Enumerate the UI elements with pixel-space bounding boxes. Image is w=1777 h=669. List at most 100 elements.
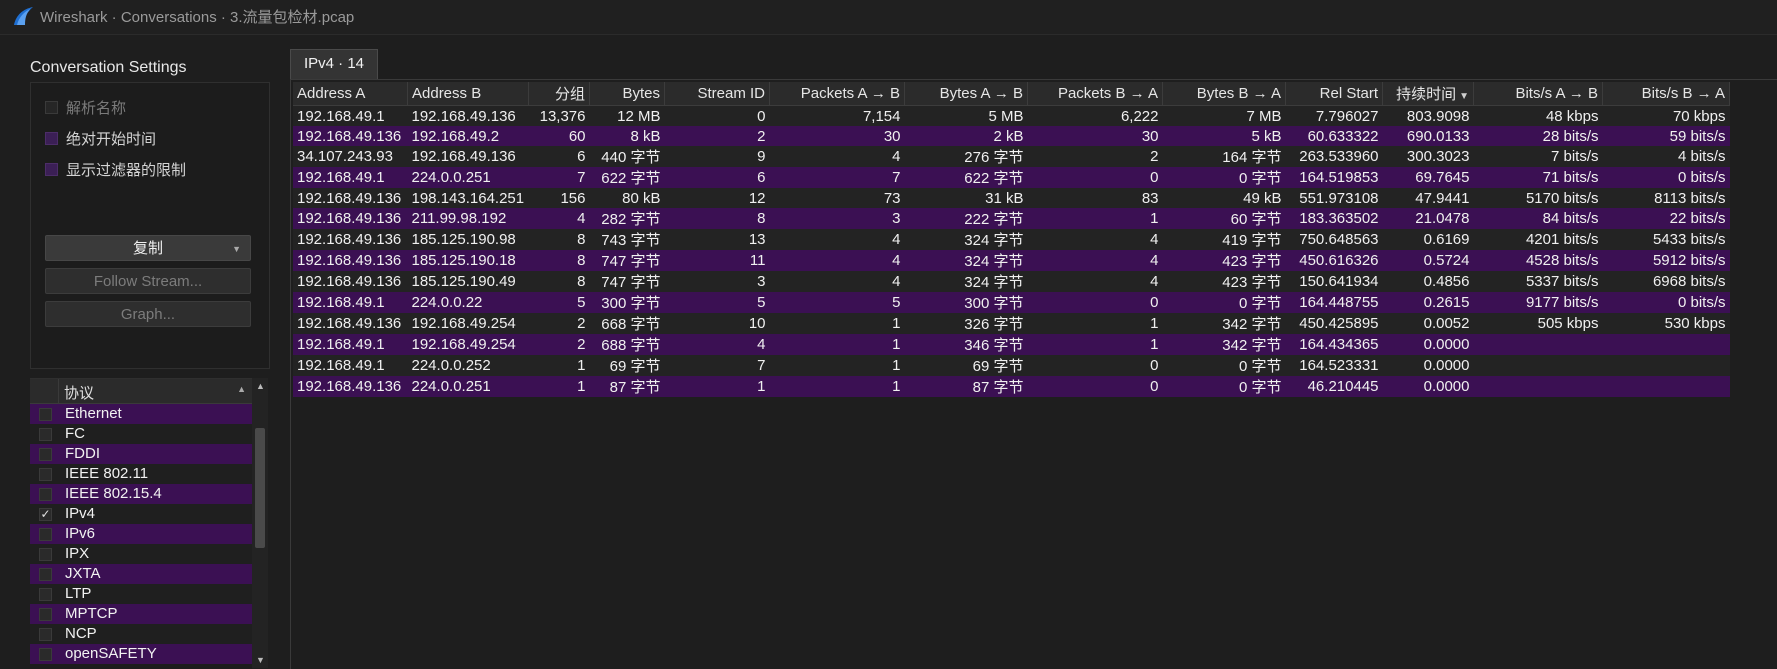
protocol-checkbox[interactable]: ✓ <box>39 508 52 521</box>
cell-rel-start: 551.973108 <box>1285 188 1383 208</box>
protocol-list-header[interactable]: 协议 ▲ <box>30 379 252 404</box>
follow-stream-button[interactable]: Follow Stream... <box>45 268 251 294</box>
table-row[interactable]: 192.168.49.1 192.168.49.254 2 688 字节 4 1 346 字… <box>293 334 1730 355</box>
protocol-item-ipx[interactable]: IPX <box>30 544 252 564</box>
protocol-item-opensafety[interactable]: openSAFETY <box>30 644 252 664</box>
protocol-checkbox[interactable] <box>39 548 52 561</box>
protocol-item-ieee80211[interactable]: IEEE 802.11 <box>30 464 252 484</box>
column-header-bits-a-b[interactable]: Bits/s A → B <box>1473 82 1603 106</box>
cell-address-b: 224.0.0.251 <box>407 376 529 397</box>
cell-address-a: 192.168.49.136 <box>293 229 408 250</box>
protocol-item-ltp[interactable]: LTP <box>30 584 252 604</box>
protocol-checkbox[interactable] <box>39 468 52 481</box>
duration-header-label: 持续时间 <box>1396 86 1457 103</box>
table-row[interactable]: 192.168.49.1 224.0.0.22 5 300 字节 5 5 300 字节 0 0 … <box>293 292 1730 313</box>
protocol-checkbox[interactable] <box>39 628 52 641</box>
column-header-bytes-b-a[interactable]: Bytes B → A <box>1162 82 1286 106</box>
table-row[interactable]: 192.168.49.136 185.125.190.18 8 747 字节 11 4 32… <box>293 250 1730 271</box>
table-row[interactable]: 192.168.49.136 211.99.98.192 4 282 字节 8 3 222 … <box>293 208 1730 229</box>
cell-packets: 8 <box>528 250 590 271</box>
settings-panel: 解析名称 绝对开始时间 显示过滤器的限制 复制 ▼ Follow Stream.… <box>30 82 270 369</box>
protocol-checkbox[interactable] <box>39 568 52 581</box>
table-row[interactable]: 192.168.49.136 185.125.190.98 8 743 字节 13 4 32… <box>293 229 1730 250</box>
scrollbar-thumb[interactable] <box>255 428 265 548</box>
table-row[interactable]: 192.168.49.136 198.143.164.251 156 80 kB 12 7… <box>293 188 1730 208</box>
column-header-address-a[interactable]: Address A <box>293 82 408 106</box>
cell-bytes-b-a: 0 字节 <box>1162 292 1286 313</box>
protocol-item-fc[interactable]: FC <box>30 424 252 444</box>
name-resolution-label: 解析名称 <box>66 100 127 117</box>
column-header-address-b[interactable]: Address B <box>407 82 529 106</box>
column-header-packets-b-a[interactable]: Packets B → A <box>1027 82 1163 106</box>
protocol-list-scrollbar[interactable]: ▲ ▼ <box>252 378 268 668</box>
column-header-bits-b-a[interactable]: Bits/s B → A <box>1602 82 1730 106</box>
protocol-item-ieee802154[interactable]: IEEE 802.15.4 <box>30 484 252 504</box>
absolute-start-checkbox[interactable] <box>45 132 58 145</box>
protocol-item-mptcp[interactable]: MPTCP <box>30 604 252 624</box>
cell-bits-b-a: 59 bits/s <box>1602 126 1730 146</box>
cell-bytes: 747 字节 <box>589 250 665 271</box>
protocol-checkbox[interactable] <box>39 488 52 501</box>
cell-address-b: 185.125.190.98 <box>407 229 529 250</box>
graph-button[interactable]: Graph... <box>45 301 251 327</box>
absolute-start-option[interactable]: 绝对开始时间 <box>45 128 156 149</box>
protocol-checkbox[interactable] <box>39 648 52 661</box>
limit-filter-checkbox[interactable] <box>45 163 58 176</box>
table-row[interactable]: 192.168.49.1 224.0.0.251 7 622 字节 6 7 622 字节 0 0… <box>293 167 1730 188</box>
protocol-checkbox[interactable] <box>39 448 52 461</box>
protocol-label: Ethernet <box>65 405 122 422</box>
tab-ipv4[interactable]: IPv4 · 14 <box>290 49 378 79</box>
column-header-packets[interactable]: 分组 <box>528 82 590 106</box>
table-row[interactable]: 192.168.49.1 224.0.0.252 1 69 字节 7 1 69 字节 0 0 字… <box>293 355 1730 376</box>
protocol-checkbox[interactable] <box>39 528 52 541</box>
cell-bytes-a-b: 300 字节 <box>904 292 1028 313</box>
title-divider <box>0 34 1777 35</box>
column-header-bytes-a-b[interactable]: Bytes A → B <box>904 82 1028 106</box>
cell-rel-start: 60.633322 <box>1285 126 1383 146</box>
column-header-stream-id[interactable]: Stream ID <box>664 82 770 106</box>
table-row[interactable]: 34.107.243.93 192.168.49.136 6 440 字节 9 4 276 … <box>293 146 1730 167</box>
protocol-item-jxta[interactable]: JXTA <box>30 564 252 584</box>
protocol-item-ethernet[interactable]: Ethernet <box>30 404 252 424</box>
cell-bytes: 69 字节 <box>589 355 665 376</box>
protocol-item-ipv4[interactable]: ✓ IPv4 <box>30 504 252 524</box>
table-row[interactable]: 192.168.49.136 185.125.190.49 8 747 字节 3 4 324… <box>293 271 1730 292</box>
scroll-up-icon[interactable]: ▲ <box>256 381 265 391</box>
cell-bits-b-a: 22 bits/s <box>1602 208 1730 229</box>
cell-packets-b-a: 1 <box>1027 313 1163 334</box>
name-resolution-option[interactable]: 解析名称 <box>45 97 126 118</box>
cell-packets: 2 <box>528 313 590 334</box>
cell-address-a: 34.107.243.93 <box>293 146 408 167</box>
cell-duration: 47.9441 <box>1382 188 1474 208</box>
protocol-checkbox[interactable] <box>39 408 52 421</box>
protocol-item-ipv6[interactable]: IPv6 <box>30 524 252 544</box>
limit-filter-option[interactable]: 显示过滤器的限制 <box>45 159 186 180</box>
cell-bytes: 440 字节 <box>589 146 665 167</box>
column-header-duration[interactable]: 持续时间 ▼ <box>1382 82 1474 106</box>
table-row[interactable]: 192.168.49.136 192.168.49.2 60 8 kB 2 30 2 kB 3… <box>293 126 1730 146</box>
column-header-packets-a-b[interactable]: Packets A → B <box>769 82 905 106</box>
cell-rel-start: 7.796027 <box>1285 105 1383 126</box>
protocol-item-fddi[interactable]: FDDI <box>30 444 252 464</box>
cell-packets-b-a: 1 <box>1027 208 1163 229</box>
cell-packets-a-b: 73 <box>769 188 905 208</box>
cell-packets-a-b: 4 <box>769 250 905 271</box>
cell-packets-a-b: 7,154 <box>769 105 905 126</box>
name-resolution-checkbox[interactable] <box>45 101 58 114</box>
column-header-rel-start[interactable]: Rel Start <box>1285 82 1383 106</box>
cell-address-a: 192.168.49.136 <box>293 376 408 397</box>
column-header-bytes[interactable]: Bytes <box>589 82 665 106</box>
cell-bits-b-a: 5912 bits/s <box>1602 250 1730 271</box>
protocol-checkbox[interactable] <box>39 428 52 441</box>
cell-bits-a-b: 84 bits/s <box>1473 208 1603 229</box>
protocol-checkbox[interactable] <box>39 588 52 601</box>
cell-bits-b-a: 0 bits/s <box>1602 167 1730 188</box>
protocol-item-ncp[interactable]: NCP <box>30 624 252 644</box>
table-row[interactable]: 192.168.49.136 192.168.49.254 2 668 字节 10 1 32… <box>293 313 1730 334</box>
scroll-down-icon[interactable]: ▼ <box>256 655 265 665</box>
protocol-checkbox[interactable] <box>39 608 52 621</box>
copy-button[interactable]: 复制 ▼ <box>45 235 251 261</box>
table-row[interactable]: 192.168.49.1 192.168.49.136 13,376 12 MB 0 7,… <box>293 105 1730 126</box>
table-row[interactable]: 192.168.49.136 224.0.0.251 1 87 字节 1 1 87 字节 0 0… <box>293 376 1730 397</box>
chevron-down-icon[interactable]: ▼ <box>232 236 241 262</box>
